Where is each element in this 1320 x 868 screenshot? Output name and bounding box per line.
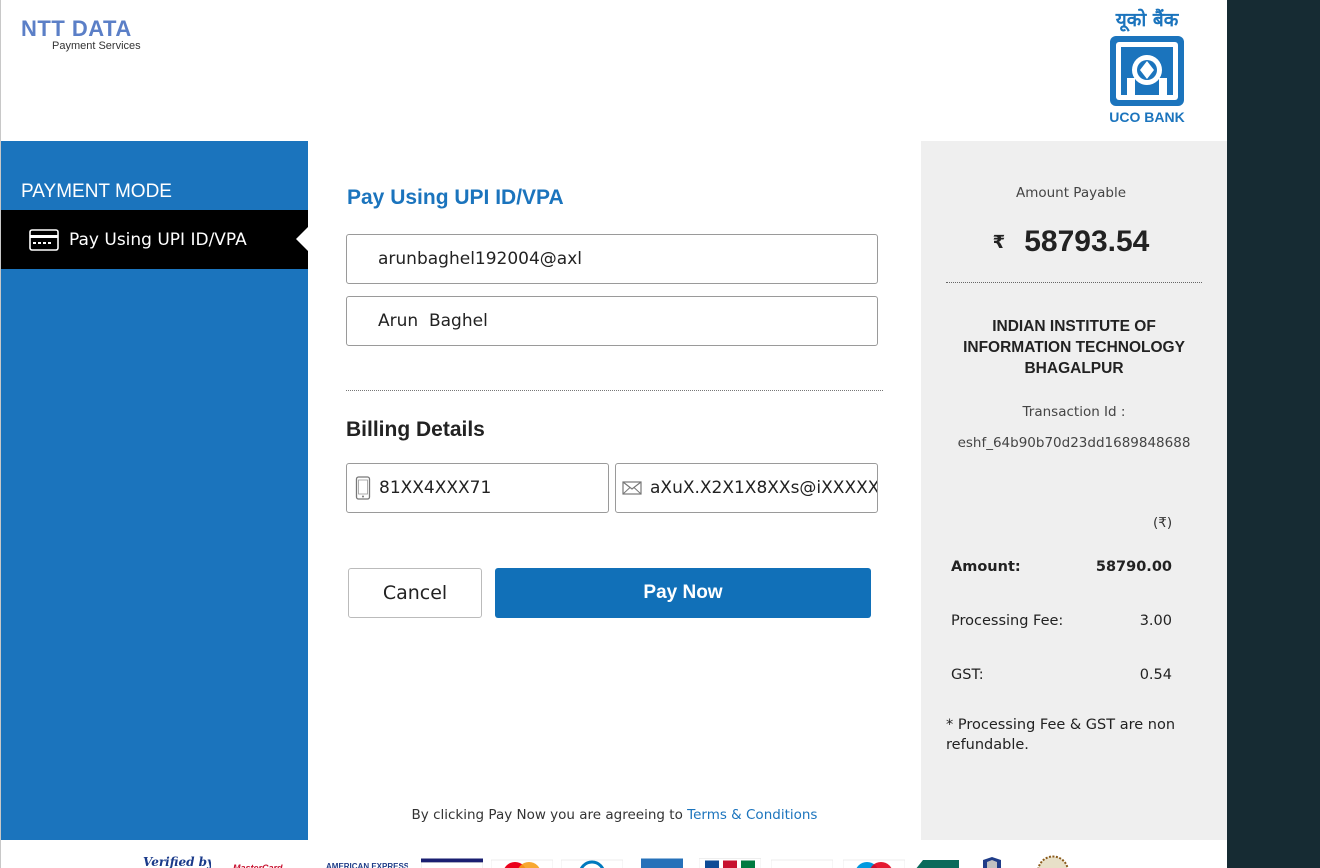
- merchant-line: INDIAN INSTITUTE OF: [992, 318, 1156, 335]
- section-title: Pay Using UPI ID/VPA: [347, 186, 564, 209]
- amount-payable-label: Amount Payable: [1015, 185, 1127, 201]
- email-input[interactable]: aXuX.X2X1X8XXs@iXXXXXX: [615, 463, 878, 513]
- rupay-icon: [771, 859, 833, 868]
- phone-value: 81XX4XXX71: [379, 478, 492, 498]
- uco-bank-logo: यूको बैंक UCO BANK: [1101, 8, 1193, 125]
- vpa-input[interactable]: arunbaghel192004@axl: [346, 234, 878, 284]
- merchant-line: INFORMATION TECHNOLOGY: [963, 339, 1185, 356]
- envelope-icon: [622, 481, 642, 495]
- mastercard-icon: MasterCard: [233, 863, 283, 868]
- amount-row: Amount: 58790.00: [951, 559, 1172, 575]
- jcb-icon: [699, 858, 761, 868]
- billing-details-title: Billing Details: [346, 418, 485, 441]
- vpa-value: arunbaghel192004@axl: [378, 249, 583, 269]
- name-input[interactable]: Arun Baghel: [346, 296, 878, 346]
- gst-value: 0.54: [1139, 667, 1172, 683]
- uco-logo-hindi: यूको बैंक: [1115, 9, 1179, 31]
- svg-text:AMERICAN EXPRESS: AMERICAN EXPRESS: [326, 862, 408, 868]
- svg-text:Verified by: Verified by: [143, 855, 211, 868]
- uco-emblem-icon: [1110, 36, 1184, 106]
- phone-input[interactable]: 81XX4XXX71: [346, 463, 609, 513]
- payment-mode-title: PAYMENT MODE: [21, 181, 172, 202]
- email-value: aXuX.X2X1X8XXs@iXXXXXX: [650, 478, 877, 498]
- transaction-id-value: eshf_64b90b70d23dd1689848688: [957, 435, 1191, 451]
- terms-text: By clicking Pay Now you are agreeing to …: [308, 807, 921, 823]
- amount-label: Amount:: [951, 559, 1021, 575]
- sidebar-item-label: Pay Using UPI ID/VPA: [69, 229, 247, 250]
- terms-link[interactable]: Terms & Conditions: [687, 807, 817, 823]
- netbanking-icon: [916, 860, 959, 868]
- payment-page: NTT DATA Payment Services यूको बैंक UCO …: [0, 0, 1227, 868]
- ntt-logo-main: NTT DATA: [21, 16, 132, 41]
- visa-icon: [421, 858, 483, 868]
- shield-icon: [983, 857, 1001, 868]
- summary-divider: [946, 282, 1202, 283]
- processing-fee-label: Processing Fee:: [951, 613, 1064, 629]
- name-value: Arun Baghel: [378, 311, 488, 331]
- ntt-data-logo: NTT DATA Payment Services: [21, 16, 151, 52]
- active-pointer-icon: [296, 227, 308, 251]
- card-icon: [29, 228, 59, 251]
- mastercard-circles-icon: [491, 859, 553, 868]
- refund-note: * Processing Fee & GST are non refundabl…: [946, 717, 1176, 753]
- payment-form: Pay Using UPI ID/VPA arunbaghel192004@ax…: [308, 141, 921, 840]
- amount-value: 58790.00: [1095, 559, 1172, 575]
- ntt-logo-sub: Payment Services: [52, 40, 141, 52]
- rupee-symbol: ₹: [992, 231, 1006, 253]
- processing-fee-row: Processing Fee: 3.00: [951, 613, 1172, 629]
- section-divider: [346, 390, 883, 391]
- merchant-line: BHAGALPUR: [1024, 360, 1124, 377]
- header: NTT DATA Payment Services यूको बैंक UCO …: [1, 0, 1227, 141]
- svg-text:MasterCard: MasterCard: [233, 863, 283, 868]
- gst-label: GST:: [951, 667, 984, 683]
- processing-fee-value: 3.00: [1139, 613, 1172, 629]
- pay-now-button[interactable]: Pay Now: [495, 568, 871, 618]
- payment-mode-sidebar: PAYMENT MODE Pay Using UPI ID/VPA: [1, 141, 308, 840]
- sidebar-item-upi[interactable]: Pay Using UPI ID/VPA: [1, 210, 308, 269]
- transaction-id-label: Transaction Id :: [1022, 404, 1126, 420]
- currency-note: (₹): [1153, 515, 1173, 531]
- verified-by-visa-icon: Verified by: [143, 855, 211, 868]
- card-logos-strip: Verified by MasterCard AMERICAN EXPRESS: [1, 840, 1227, 868]
- american-express-icon: AMERICAN EXPRESS: [326, 862, 408, 868]
- order-summary: Amount Payable ₹ 58793.54 INDIAN INSTITU…: [921, 141, 1227, 840]
- gst-row: GST: 0.54: [951, 667, 1172, 683]
- mobile-phone-icon: [355, 476, 371, 500]
- terms-prefix: By clicking Pay Now you are agreeing to: [411, 807, 683, 823]
- amex-blue-icon: [641, 858, 683, 868]
- uco-logo-name: UCO BANK: [1109, 109, 1185, 125]
- maestro-icon: [843, 859, 905, 868]
- diners-club-icon: [561, 859, 623, 868]
- merchant-name: INDIAN INSTITUTE OF INFORMATION TECHNOLO…: [941, 316, 1207, 379]
- seal-icon: [1037, 855, 1069, 868]
- amount-payable: ₹ 58793.54: [921, 225, 1221, 259]
- amount-payable-value: 58793.54: [1024, 225, 1150, 258]
- cancel-button[interactable]: Cancel: [348, 568, 482, 618]
